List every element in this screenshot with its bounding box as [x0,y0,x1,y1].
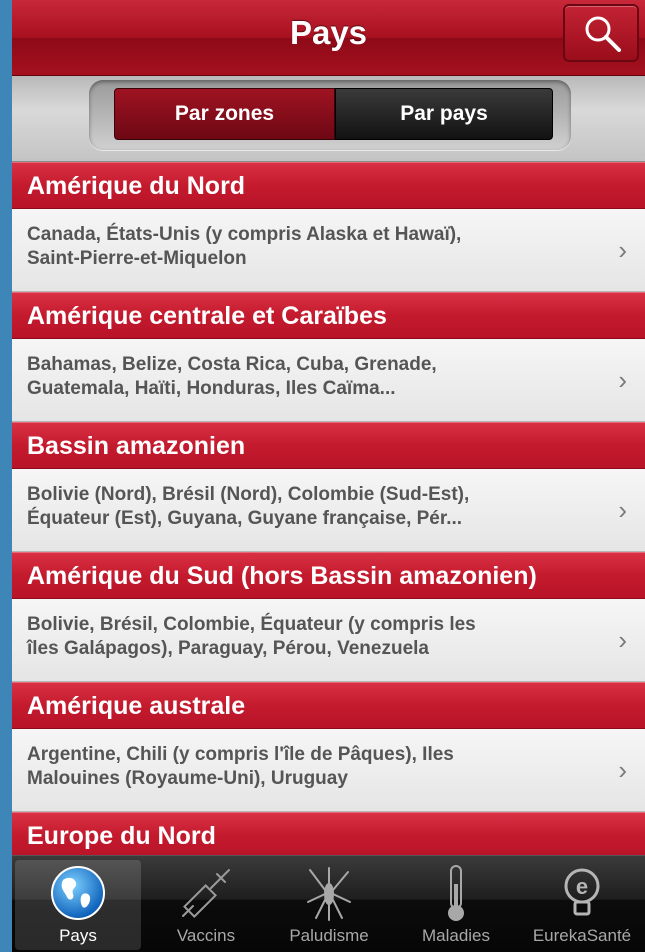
list-item[interactable]: Bolivie, Brésil, Colombie, Équateur (y c… [12,599,645,682]
list-item-text: Bolivie, Brésil, Colombie, Équateur (y c… [27,614,476,659]
tab-label: Maladies [421,926,491,945]
tab-label: Paludisme [289,926,369,945]
chevron-right-icon: › [618,755,627,785]
list-item-text: Canada, États-Unis (y compris Alaska et … [27,224,462,269]
section-header-amerique-australe: Amérique australe [12,682,645,729]
zones-list: Amérique du Nord Canada, États-Unis (y c… [12,162,645,859]
list-item[interactable]: Argentine, Chili (y compris l'île de Pâq… [12,729,645,812]
tab-pays[interactable]: Pays [15,860,141,950]
list-item[interactable]: Bahamas, Belize, Costa Rica, Cuba, Grena… [12,339,645,422]
list-item[interactable]: Bolivie (Nord), Brésil (Nord), Colombie … [12,469,645,552]
list-item[interactable]: Canada, États-Unis (y compris Alaska et … [12,209,645,292]
list-item-text: Bolivie (Nord), Brésil (Nord), Colombie … [27,484,470,529]
navigation-bar: Pays [12,0,645,76]
tab-bar: Pays Vaccins Paludisme Maladies e Eureka… [12,855,645,952]
section-header-amerique-centrale: Amérique centrale et Caraïbes [12,292,645,339]
search-icon [585,16,621,52]
section-header-europe-du-nord: Europe du Nord [12,812,645,859]
thermometer-icon [448,865,464,921]
section-header-bassin-amazonien: Bassin amazonien [12,422,645,469]
chevron-right-icon: › [618,235,627,265]
mosquito-icon [307,867,351,921]
section-header-amerique-du-sud: Amérique du Sud (hors Bassin amazonien) [12,552,645,599]
segment-par-pays[interactable]: Par pays [335,88,553,140]
tab-eurekasante[interactable]: e EurekaSanté [519,860,645,950]
tab-label: Pays [59,926,97,945]
section-header-amerique-du-nord: Amérique du Nord [12,162,645,209]
list-item-text: Bahamas, Belize, Costa Rica, Cuba, Grena… [27,354,437,399]
app-screen: Pays Par zones Par pays Amérique du Nord… [12,0,645,952]
svg-text:e: e [576,874,588,899]
search-button[interactable] [563,4,639,62]
segment-par-zones[interactable]: Par zones [114,88,335,140]
chevron-right-icon: › [618,495,627,525]
syringe-icon [182,869,230,918]
page-title: Pays [289,14,368,51]
chevron-right-icon: › [618,365,627,395]
segmented-control-bar: Par zones Par pays [12,76,645,162]
segmented-control: Par zones Par pays [89,80,571,150]
tab-vaccins[interactable]: Vaccins [143,860,269,950]
tab-label: Vaccins [176,926,236,945]
eurekasante-logo-icon: e [564,868,600,916]
tab-maladies[interactable]: Maladies [393,860,519,950]
list-item-text: Argentine, Chili (y compris l'île de Pâq… [27,744,454,789]
tab-label: EurekaSanté [532,926,632,945]
tab-paludisme[interactable]: Paludisme [266,860,392,950]
globe-icon [51,866,105,920]
chevron-right-icon: › [618,625,627,655]
